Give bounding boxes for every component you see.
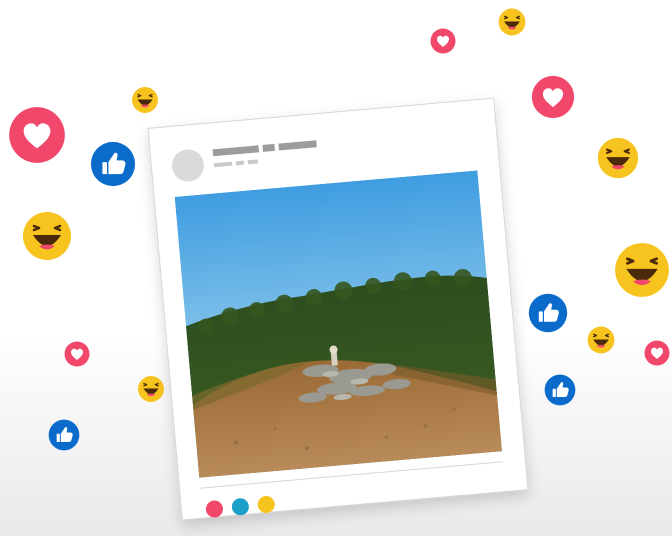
- thumbs-up-icon: [528, 293, 568, 333]
- comment-dot[interactable]: [257, 495, 276, 514]
- heart-icon: [64, 341, 90, 367]
- meta-placeholder-bar: [247, 159, 259, 165]
- heart-icon: [531, 75, 575, 119]
- laughing-emoji-icon: [587, 326, 615, 354]
- landscape-image: [174, 170, 503, 478]
- heart-icon: [644, 340, 670, 366]
- thumbs-up-icon: [90, 141, 136, 187]
- laughing-emoji-icon: [132, 87, 159, 114]
- laughing-emoji-icon: [498, 8, 526, 36]
- name-placeholder-bar: [278, 140, 317, 151]
- avatar: [170, 148, 206, 183]
- laughing-emoji-icon: [614, 242, 670, 298]
- social-post-card: [147, 97, 529, 521]
- post-meta-placeholder: [149, 99, 494, 168]
- share-dot[interactable]: [231, 497, 250, 516]
- reaction-scene: [0, 0, 672, 536]
- post-photo: [174, 170, 503, 478]
- heart-icon: [430, 28, 456, 54]
- name-placeholder-bar: [262, 143, 275, 152]
- post-reaction-bar: [149, 99, 494, 519]
- heart-icon: [8, 106, 66, 164]
- laughing-emoji-icon: [138, 376, 165, 403]
- meta-placeholder-bar: [235, 160, 245, 166]
- meta-placeholder-bar: [213, 161, 233, 168]
- name-placeholder-bar: [212, 145, 260, 157]
- thumbs-up-icon: [48, 419, 80, 451]
- laughing-emoji-icon: [22, 211, 72, 261]
- post-author-placeholder: [149, 99, 494, 157]
- like-dot[interactable]: [205, 499, 224, 519]
- laughing-emoji-icon: [597, 137, 639, 179]
- thumbs-up-icon: [544, 374, 576, 406]
